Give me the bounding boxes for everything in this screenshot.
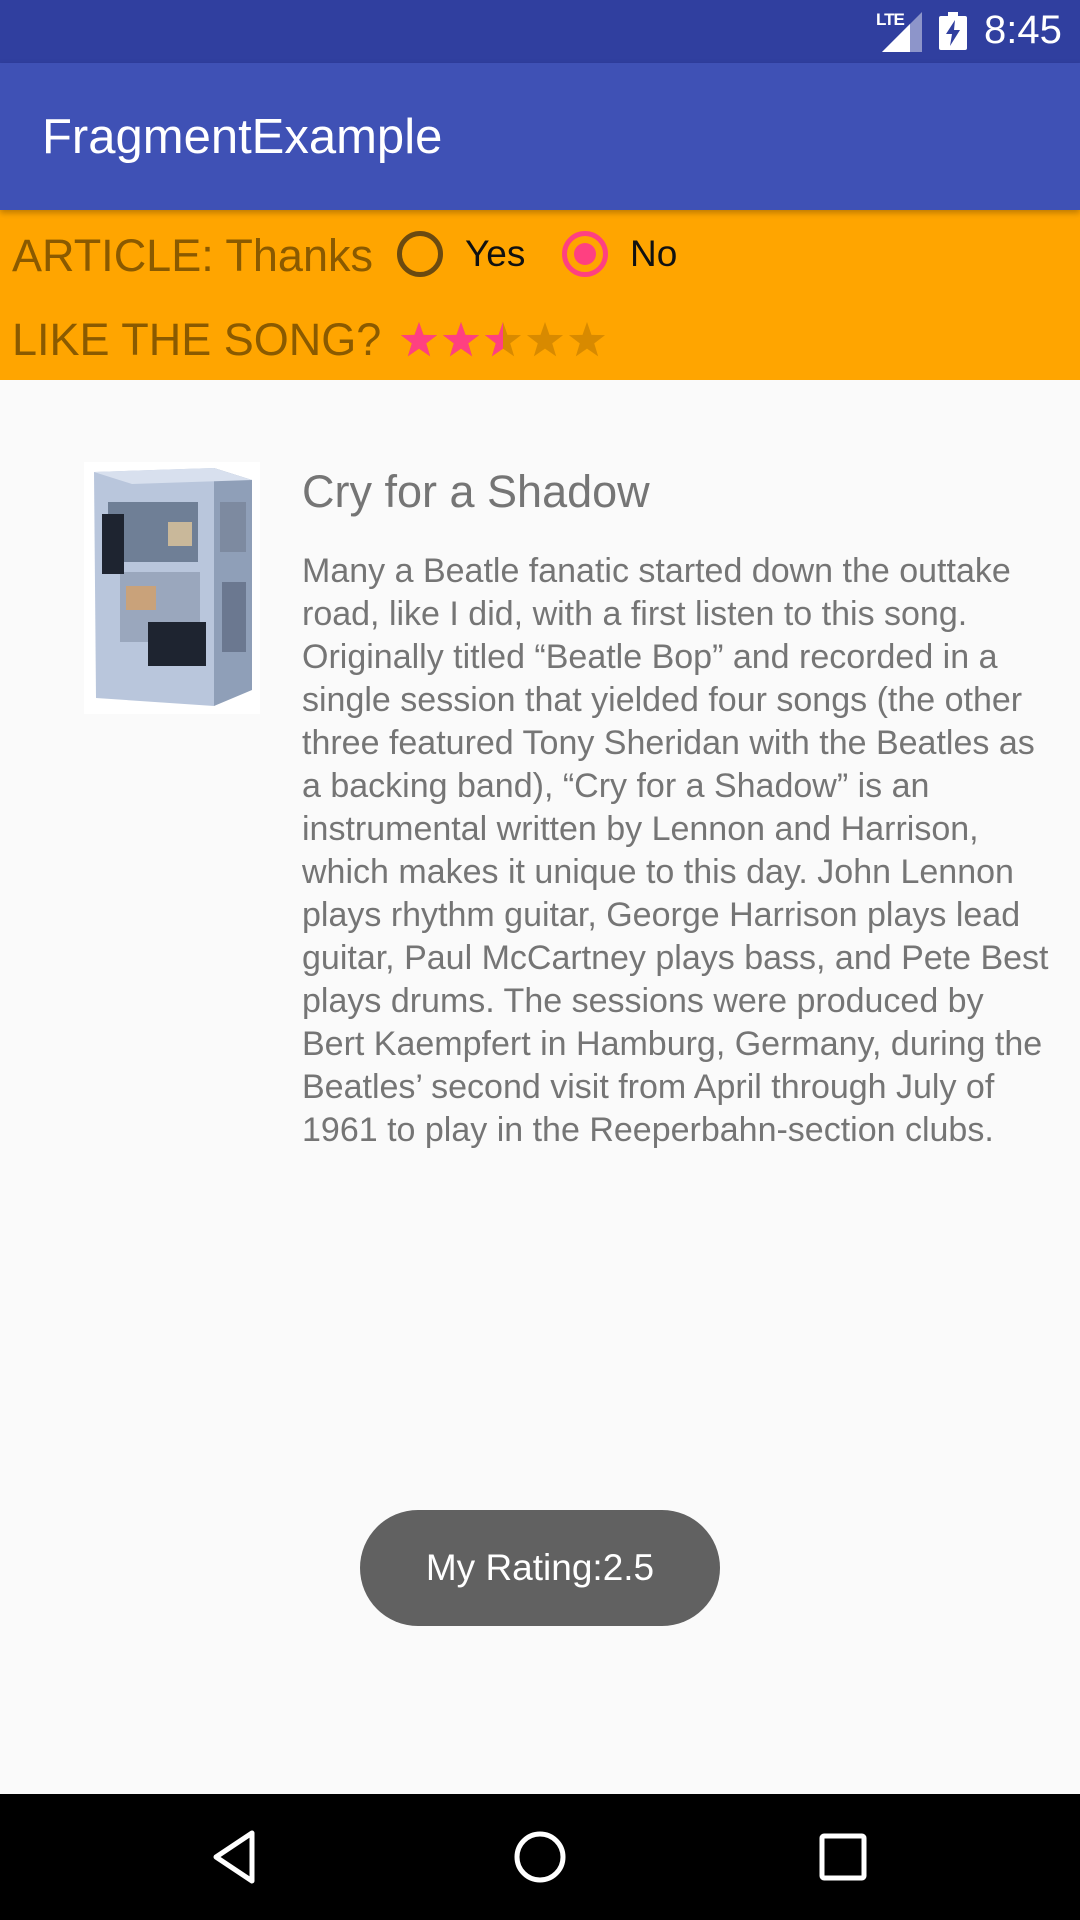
rating-bar[interactable] (398, 316, 608, 366)
home-icon[interactable] (510, 1827, 570, 1887)
signal-icon (882, 12, 922, 52)
toast-text: My Rating:2.5 (425, 1547, 655, 1588)
header-fragment: ARTICLE: Thanks Yes No LIKE THE SONG? (0, 210, 1080, 380)
navigation-bar (0, 1794, 1080, 1920)
screen: LTE 8:45 FragmentExample ARTICLE: Thanks… (0, 0, 1080, 1920)
radio-no-label: No (630, 233, 678, 274)
radio-no[interactable]: No (562, 226, 677, 282)
rating-toast: My Rating:2.5 (360, 1510, 720, 1626)
app-bar: FragmentExample (0, 63, 1080, 210)
recents-icon[interactable] (813, 1827, 873, 1887)
status-bar: LTE 8:45 (0, 0, 1080, 63)
article-body: Many a Beatle fanatic started down the o… (302, 552, 1049, 1149)
song-title: Cry for a Shadow (302, 466, 650, 517)
clock: 8:45 (984, 8, 1062, 52)
radio-button-unchecked-icon[interactable] (397, 231, 443, 277)
radio-button-checked-icon[interactable] (562, 231, 608, 277)
article-label: ARTICLE: Thanks (12, 230, 373, 281)
radio-yes-label: Yes (465, 233, 526, 274)
app-title: FragmentExample (42, 110, 443, 164)
back-icon[interactable] (206, 1827, 266, 1887)
radio-yes[interactable]: Yes (397, 226, 525, 282)
like-the-song-label: LIKE THE SONG? (12, 314, 382, 365)
rating-star-5[interactable] (568, 322, 606, 357)
rating-star-fill-1 (400, 322, 438, 357)
battery-charging-icon (939, 12, 967, 50)
rating-star-fill-2 (442, 322, 480, 357)
rating-star-4[interactable] (526, 322, 564, 357)
album-cover-image (84, 462, 260, 714)
